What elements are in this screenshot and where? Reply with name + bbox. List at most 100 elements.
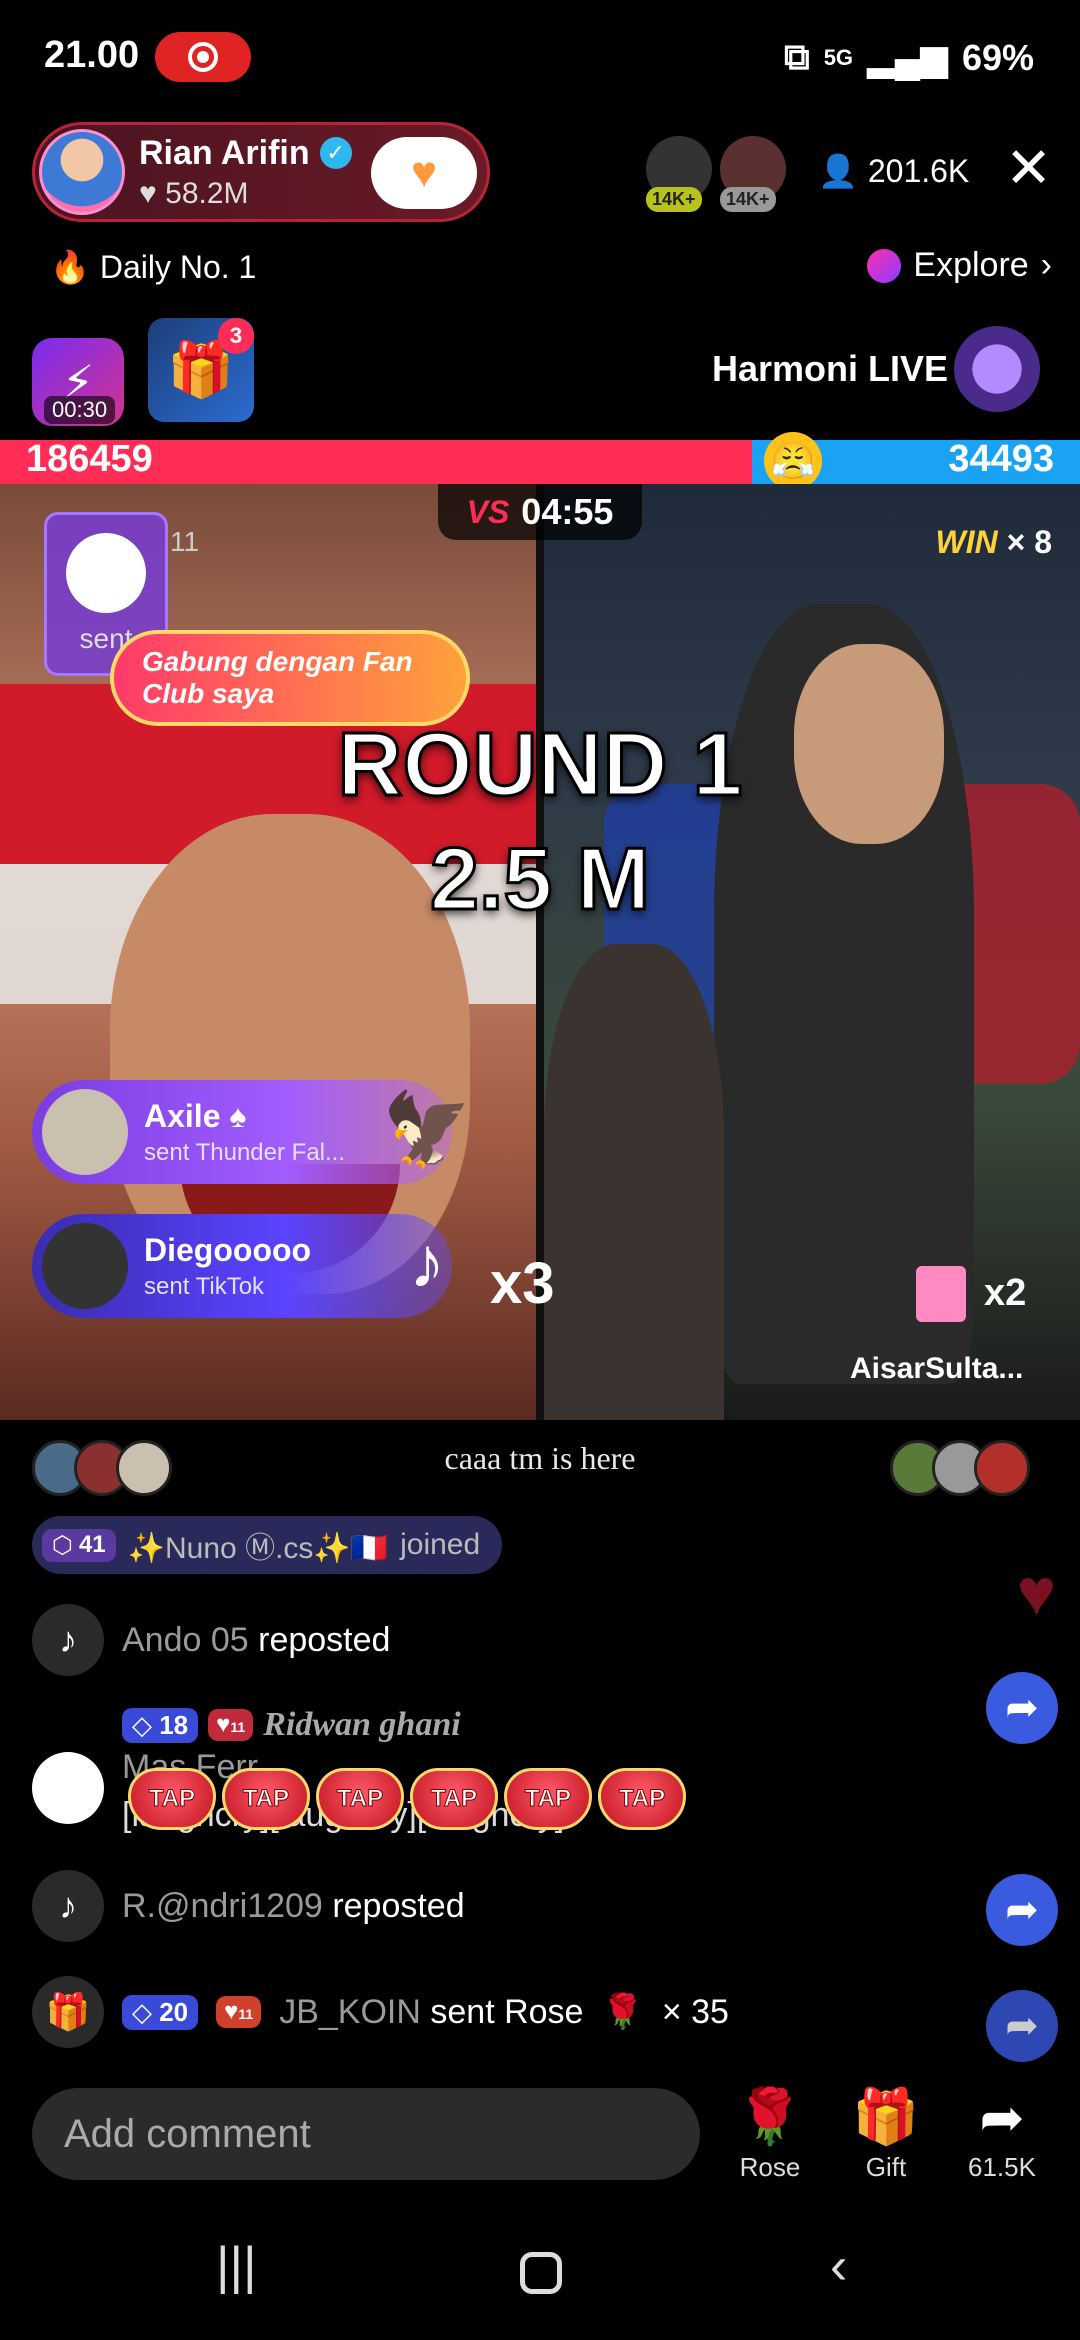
rose-label: Rose xyxy=(739,2152,801,2182)
gifter-avatar xyxy=(42,1089,128,1175)
back-button[interactable]: ‹ xyxy=(830,2236,847,2296)
share-live-button[interactable]: ➦ 61.5K xyxy=(952,2086,1052,2183)
fan-level-badge: ♥11 xyxy=(216,1996,262,2028)
host-card[interactable]: Rian Arifin ✓ ♥ 58.2M ♥ 14 xyxy=(32,122,490,222)
chat-user: JB_KOIN xyxy=(279,1992,421,2031)
tiktok-icon: ♪ xyxy=(32,1870,104,1942)
gift-banner[interactable]: Axile ♠ sent Thunder Fal... 🦅 xyxy=(32,1080,472,1184)
share-button[interactable]: ➦ xyxy=(986,1874,1058,1946)
viewer-avatar[interactable]: 14K+ xyxy=(720,136,786,212)
share-arrow-icon: ➦ xyxy=(1005,1888,1039,1932)
explore-button[interactable]: Explore › xyxy=(867,246,1052,285)
host-avatar[interactable] xyxy=(39,129,125,215)
gifter-avatar xyxy=(42,1223,128,1309)
floating-heart-icon: ♥ xyxy=(1016,1555,1056,1629)
status-time: 21.00 xyxy=(44,34,140,76)
win-streak: WIN × 8 xyxy=(936,524,1052,561)
viewer-tag: 14K+ xyxy=(646,187,702,212)
rose-icon: 🌹 xyxy=(736,2087,804,2147)
gift-text: sent Thunder Fal... xyxy=(144,1138,345,1166)
heart-icon: ♥ xyxy=(410,148,438,197)
chevron-right-icon: › xyxy=(1040,246,1052,284)
round-value: 2.5 M xyxy=(428,828,651,930)
status-icons: ⧉ 5G ▂▄▆ 69% xyxy=(784,36,1034,79)
home-button[interactable] xyxy=(520,2252,562,2294)
chat-action: reposted xyxy=(258,1620,391,1659)
host-name: Rian Arifin xyxy=(139,133,310,172)
heart-small-icon: ♥ xyxy=(139,176,157,210)
chat-user: Ando 05 xyxy=(122,1620,249,1659)
opponent-name[interactable]: AisarSulta... xyxy=(850,1352,1023,1386)
chat-action: sent Rose xyxy=(430,1992,584,2031)
rose-button[interactable]: 🌹 Rose xyxy=(720,2086,820,2183)
harmoni-mascot-icon[interactable] xyxy=(954,326,1040,412)
tiktok-icon: ♪ xyxy=(32,1604,104,1676)
gift-text: sent TikTok xyxy=(144,1272,265,1300)
fan-level-text: 11 xyxy=(238,2006,254,2022)
gift-multiplier: × 35 xyxy=(661,1992,729,2031)
joined-user: ✨Nuno Ⓜ.cs✨🇫🇷 xyxy=(127,1532,389,1565)
gift-icon: 🎁 xyxy=(852,2087,920,2147)
right-supporters[interactable] xyxy=(890,1440,1030,1496)
tap-heart-icon[interactable]: TAP xyxy=(410,1768,498,1830)
tap-heart-icon[interactable]: TAP xyxy=(222,1768,310,1830)
supporter-avatar xyxy=(974,1440,1030,1496)
viewer-count[interactable]: 👤 201.6K xyxy=(818,152,969,190)
rose-icon: 🌹 xyxy=(601,1993,644,2031)
viewer-avatar[interactable]: 14K+ xyxy=(646,136,712,212)
win-label: WIN xyxy=(935,524,998,560)
recent-apps-button[interactable]: ||| xyxy=(216,2236,257,2296)
chat-row[interactable]: ♪ R.@ndri1209 reposted xyxy=(32,1870,465,1942)
chest-count-badge: 3 xyxy=(218,318,254,354)
tap-heart-icon[interactable]: TAP xyxy=(128,1768,216,1830)
battle-timer: VS 04:55 xyxy=(438,484,642,540)
joined-notice: ⬡ 41 ✨Nuno Ⓜ.cs✨🇫🇷 joined xyxy=(32,1516,503,1574)
screen-record-indicator[interactable] xyxy=(155,32,251,82)
background-person xyxy=(544,944,724,1420)
share-button[interactable]: ➦ xyxy=(986,1990,1058,2062)
top-viewers[interactable]: 14K+ 14K+ xyxy=(646,136,786,212)
level-text: 20 xyxy=(159,1996,189,2027)
round-title: ROUND 1 xyxy=(336,714,744,817)
gift-box-icon xyxy=(916,1266,966,1322)
fan-level-text: 11 xyxy=(230,1719,246,1735)
timer-text: 04:55 xyxy=(521,491,614,532)
tap-heart-icon[interactable]: TAP xyxy=(598,1768,686,1830)
sent-avatar xyxy=(66,533,146,613)
emoji-icon: 😤 xyxy=(764,432,822,490)
record-icon xyxy=(188,42,218,72)
level-text: 41 xyxy=(78,1530,106,1558)
explore-label: Explore xyxy=(913,246,1029,284)
viewer-tag: 14K+ xyxy=(720,187,776,212)
chat-user: Ridwan ghani xyxy=(263,1706,461,1743)
chat-row[interactable]: 🎁 ◇ 20 ♥11 JB_KOIN sent Rose 🌹 × 35 xyxy=(32,1976,729,2048)
share-button[interactable]: ➦ xyxy=(986,1672,1058,1744)
close-button[interactable]: ✕ xyxy=(1005,140,1052,196)
share-count: 61.5K xyxy=(968,2152,1036,2182)
fan-club-banner[interactable]: Gabung dengan Fan Club saya xyxy=(110,630,470,726)
chat-avatar[interactable] xyxy=(32,1752,104,1824)
chat-header[interactable]: ◇ 18 ♥11 Ridwan ghani xyxy=(122,1706,461,1744)
cast-icon: ⧉ xyxy=(783,36,810,77)
viewer-count-text: 201.6K xyxy=(867,152,970,189)
gift-label: Gift xyxy=(865,2152,907,2182)
gift-button[interactable]: 🎁 Gift xyxy=(836,2086,936,2183)
daily-rank[interactable]: 🔥 Daily No. 1 xyxy=(50,248,256,286)
daily-rank-text: Daily No. 1 xyxy=(99,248,257,285)
gift-banner[interactable]: Diegooooo sent TikTok ♪ xyxy=(32,1214,452,1318)
follow-heart-button[interactable]: ♥ 14 xyxy=(371,137,477,209)
flame-icon: 🔥 xyxy=(50,249,90,285)
badge-timer: 00:30 xyxy=(44,396,116,424)
tap-hearts[interactable]: TAP TAP TAP TAP TAP TAP xyxy=(128,1768,686,1830)
live-title[interactable]: Harmoni LIVE xyxy=(712,348,948,390)
fan-club-text: Gabung dengan Fan Club saya xyxy=(142,646,413,709)
tap-heart-icon[interactable]: TAP xyxy=(316,1768,404,1830)
score-right: 34493 xyxy=(948,438,1054,480)
tap-heart-icon[interactable]: TAP xyxy=(504,1768,592,1830)
chat-user: R.@ndri1209 xyxy=(122,1886,323,1925)
level-badge: ◇ 18 xyxy=(122,1707,199,1743)
comment-input[interactable]: Add comment xyxy=(32,2088,700,2180)
gifter-name: Axile ♠ xyxy=(144,1097,247,1134)
chat-row[interactable]: ♪ Ando 05 reposted xyxy=(32,1604,390,1676)
host-likes: 58.2M xyxy=(165,176,249,210)
